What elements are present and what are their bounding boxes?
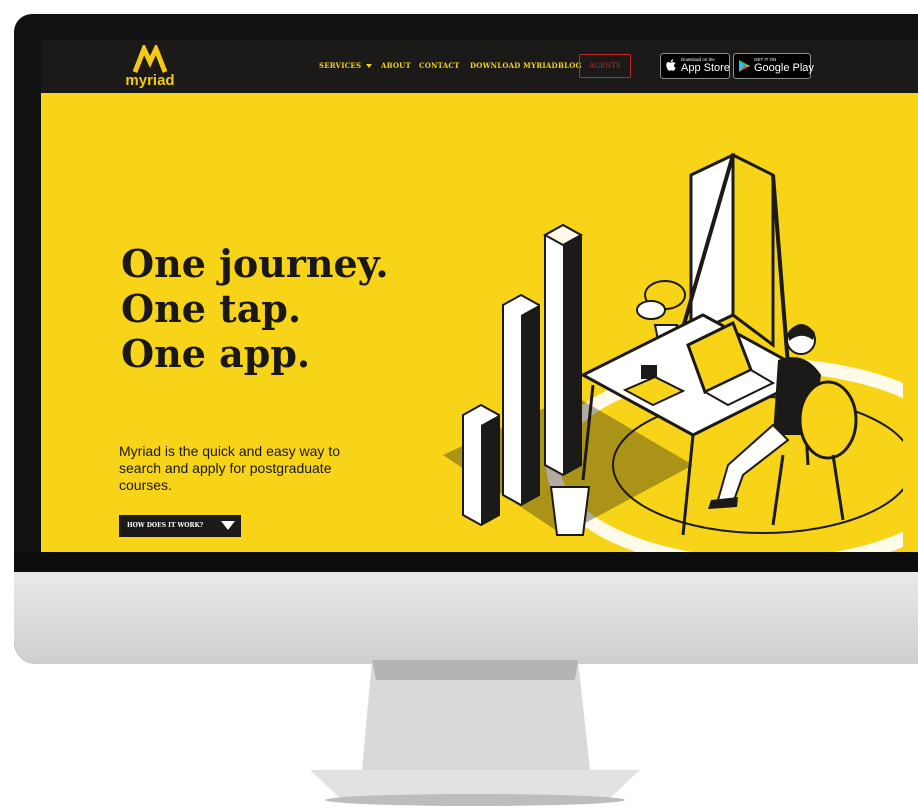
hero-title-line-2: One tap. bbox=[121, 286, 302, 331]
hero-description: Myriad is the quick and easy way to sear… bbox=[119, 443, 340, 493]
nav-services-label: SERVICES bbox=[319, 61, 362, 70]
myriad-logo[interactable]: myriad bbox=[123, 42, 177, 89]
myriad-logo-mark bbox=[132, 42, 168, 73]
monitor-stand bbox=[310, 660, 640, 806]
hero-title-line-3: One app. bbox=[121, 331, 311, 376]
monitor-chin bbox=[14, 552, 918, 664]
logo-wordmark: myriad bbox=[125, 72, 175, 89]
app-store-badge[interactable]: Download on the App Store bbox=[660, 53, 730, 79]
cta-label: HOW DOES IT WORK? bbox=[127, 522, 204, 529]
chevron-down-icon bbox=[365, 64, 372, 68]
nav-contact[interactable]: CONTACT bbox=[419, 61, 460, 70]
nav-about[interactable]: ABOUT bbox=[381, 61, 411, 70]
google-play-large-text: Google Play bbox=[754, 62, 814, 74]
caret-down-icon bbox=[221, 521, 235, 530]
nav-services[interactable]: SERVICES bbox=[319, 61, 372, 70]
monitor-bezel: myriad SERVICES ABOUT CONTACT DOWNLOAD M… bbox=[14, 14, 918, 664]
workspace-illustration bbox=[443, 152, 903, 552]
apple-icon bbox=[666, 59, 676, 71]
agents-button[interactable]: AGENTS bbox=[579, 54, 631, 78]
hero-title-line-1: One journey. bbox=[121, 241, 389, 286]
screen: myriad SERVICES ABOUT CONTACT DOWNLOAD M… bbox=[41, 40, 918, 552]
google-play-icon bbox=[739, 60, 750, 72]
how-does-it-work-button[interactable]: HOW DOES IT WORK? bbox=[119, 515, 241, 537]
google-play-badge[interactable]: GET IT ON Google Play bbox=[733, 53, 814, 79]
app-store-large-text: App Store bbox=[681, 62, 730, 74]
navbar: myriad SERVICES ABOUT CONTACT DOWNLOAD M… bbox=[41, 40, 918, 93]
nav-download-myriad[interactable]: DOWNLOAD MYRIAD bbox=[470, 61, 558, 70]
